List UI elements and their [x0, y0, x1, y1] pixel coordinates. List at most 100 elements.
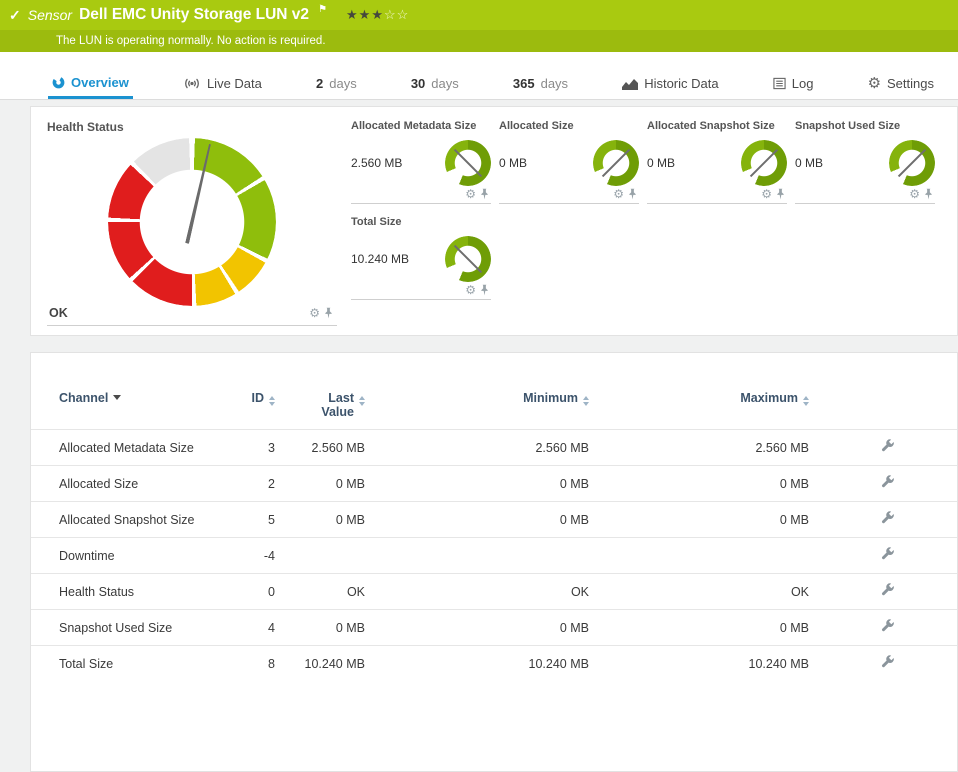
- pin-icon[interactable]: [628, 188, 637, 200]
- channel-settings-wrench-icon[interactable]: [881, 475, 895, 489]
- gear-icon[interactable]: ⚙: [465, 188, 476, 200]
- last-value-cell: 2.560 MB: [285, 429, 375, 466]
- maximum-cell: [599, 537, 819, 574]
- channels-table: Channel ID Last Value Minimum Maximum Al…: [31, 387, 957, 681]
- channel-settings-wrench-icon[interactable]: [881, 439, 895, 453]
- sensor-title: Dell EMC Unity Storage LUN v2: [79, 6, 310, 23]
- mini-gauge: [445, 140, 491, 186]
- maximum-cell: OK: [599, 573, 819, 610]
- id-cell: 8: [211, 645, 285, 681]
- overview-donut-icon: [52, 76, 65, 89]
- health-status-value: OK: [49, 306, 68, 320]
- stars-filled[interactable]: ★★★: [346, 7, 384, 22]
- gear-icon[interactable]: ⚙: [613, 188, 624, 200]
- column-header-last-value[interactable]: Last Value: [285, 387, 375, 430]
- priority-stars[interactable]: ★★★☆☆: [346, 7, 409, 23]
- table-row: Allocated Snapshot Size 5 0 MB 0 MB 0 MB: [31, 501, 957, 538]
- tab-label: Log: [791, 76, 814, 91]
- sensor-status-message: The LUN is operating normally. No action…: [56, 35, 326, 47]
- status-check-icon: ✓: [9, 6, 21, 23]
- pin-icon[interactable]: [480, 284, 489, 296]
- id-cell: 2: [211, 465, 285, 502]
- tab-live-data[interactable]: Live Data: [179, 68, 266, 99]
- channel-cell: Snapshot Used Size: [31, 609, 211, 646]
- tab-historic-data[interactable]: Historic Data: [618, 68, 722, 99]
- sort-icon: [583, 396, 589, 406]
- channel-settings-wrench-icon[interactable]: [881, 583, 895, 597]
- overview-gauges-panel: Health Status OK ⚙ Allocated Metadata Si…: [30, 106, 958, 336]
- tab-log[interactable]: Log: [769, 68, 818, 99]
- tab-365-days[interactable]: 365 days: [509, 68, 572, 99]
- stars-empty[interactable]: ☆☆: [384, 7, 409, 22]
- tab-label: Settings: [887, 76, 934, 91]
- channel-cell: Total Size: [31, 645, 211, 681]
- tab-settings[interactable]: ⚙ Settings: [864, 68, 938, 99]
- minimum-cell: OK: [375, 573, 599, 610]
- tab-label: days: [540, 76, 569, 91]
- health-status-gauge: [108, 138, 276, 306]
- column-label: Channel: [59, 391, 109, 405]
- gear-icon[interactable]: ⚙: [761, 188, 772, 200]
- pin-icon[interactable]: [324, 307, 333, 319]
- sort-icon: [359, 396, 365, 406]
- last-value-cell: 0 MB: [285, 465, 375, 502]
- tab-label: Overview: [71, 74, 129, 90]
- pin-icon[interactable]: [776, 188, 785, 200]
- column-header-id[interactable]: ID: [211, 387, 285, 430]
- column-label: ID: [251, 391, 265, 405]
- sort-desc-icon: [113, 395, 122, 400]
- id-cell: 0: [211, 573, 285, 610]
- last-value-cell: 0 MB: [285, 609, 375, 646]
- gauge-label: Allocated Metadata Size: [351, 120, 477, 132]
- gauge-tile: Total Size 10.240 MB ⚙: [351, 216, 491, 300]
- channel-cell: Allocated Size: [31, 465, 211, 502]
- table-row: Snapshot Used Size 4 0 MB 0 MB 0 MB: [31, 609, 957, 646]
- tab-2-days[interactable]: 2 days: [312, 68, 361, 99]
- table-row: Health Status 0 OK OK OK: [31, 573, 957, 610]
- gear-icon[interactable]: ⚙: [465, 284, 476, 296]
- gear-icon[interactable]: ⚙: [309, 307, 320, 319]
- tab-overview[interactable]: Overview: [48, 68, 133, 99]
- id-cell: -4: [211, 537, 285, 574]
- mini-gauge: [445, 236, 491, 282]
- id-cell: 4: [211, 609, 285, 646]
- tab-label: days: [431, 76, 459, 91]
- minimum-cell: 0 MB: [375, 609, 599, 646]
- pin-icon[interactable]: [480, 188, 489, 200]
- flag-icon[interactable]: ⚑: [318, 4, 327, 15]
- channel-cell: Allocated Snapshot Size: [31, 501, 211, 538]
- last-value-cell: 0 MB: [285, 501, 375, 538]
- gauge-grid: Allocated Metadata Size 2.560 MB ⚙ Alloc…: [337, 120, 941, 325]
- mini-gauge: [889, 140, 935, 186]
- column-header-channel[interactable]: Channel: [31, 387, 211, 430]
- minimum-cell: 2.560 MB: [375, 429, 599, 466]
- gauge-value: 2.560 MB: [351, 156, 403, 170]
- channel-settings-wrench-icon[interactable]: [881, 547, 895, 561]
- gauge-tile: Snapshot Used Size 0 MB ⚙: [795, 120, 935, 204]
- column-header-actions: [819, 387, 957, 430]
- gauge-label: Total Size: [351, 216, 402, 228]
- gauge-tile: Allocated Size 0 MB ⚙: [499, 120, 639, 204]
- live-data-broadcast-icon: [183, 77, 201, 90]
- channel-settings-wrench-icon[interactable]: [881, 655, 895, 669]
- tab-30-days[interactable]: 30 days: [407, 68, 463, 99]
- maximum-cell: 0 MB: [599, 609, 819, 646]
- tab-bar: Overview Live Data 2 days 30 days 365 da…: [0, 52, 958, 100]
- maximum-cell: 0 MB: [599, 465, 819, 502]
- column-header-minimum[interactable]: Minimum: [375, 387, 599, 430]
- health-status-title: Health Status: [47, 120, 124, 134]
- channel-settings-wrench-icon[interactable]: [881, 619, 895, 633]
- gauge-value: 0 MB: [647, 156, 676, 170]
- tab-day-count: 2: [316, 76, 324, 91]
- gear-icon[interactable]: ⚙: [909, 188, 920, 200]
- pin-icon[interactable]: [924, 188, 933, 200]
- channel-cell: Health Status: [31, 573, 211, 610]
- channels-panel: Channel ID Last Value Minimum Maximum Al…: [30, 352, 958, 772]
- sensor-kind-label: Sensor: [27, 7, 73, 23]
- channel-settings-wrench-icon[interactable]: [881, 511, 895, 525]
- last-value-cell: [285, 537, 375, 574]
- gauge-tile: Allocated Snapshot Size 0 MB ⚙: [647, 120, 787, 204]
- column-header-maximum[interactable]: Maximum: [599, 387, 819, 430]
- tab-label: days: [329, 76, 357, 91]
- column-label: Minimum: [523, 391, 578, 405]
